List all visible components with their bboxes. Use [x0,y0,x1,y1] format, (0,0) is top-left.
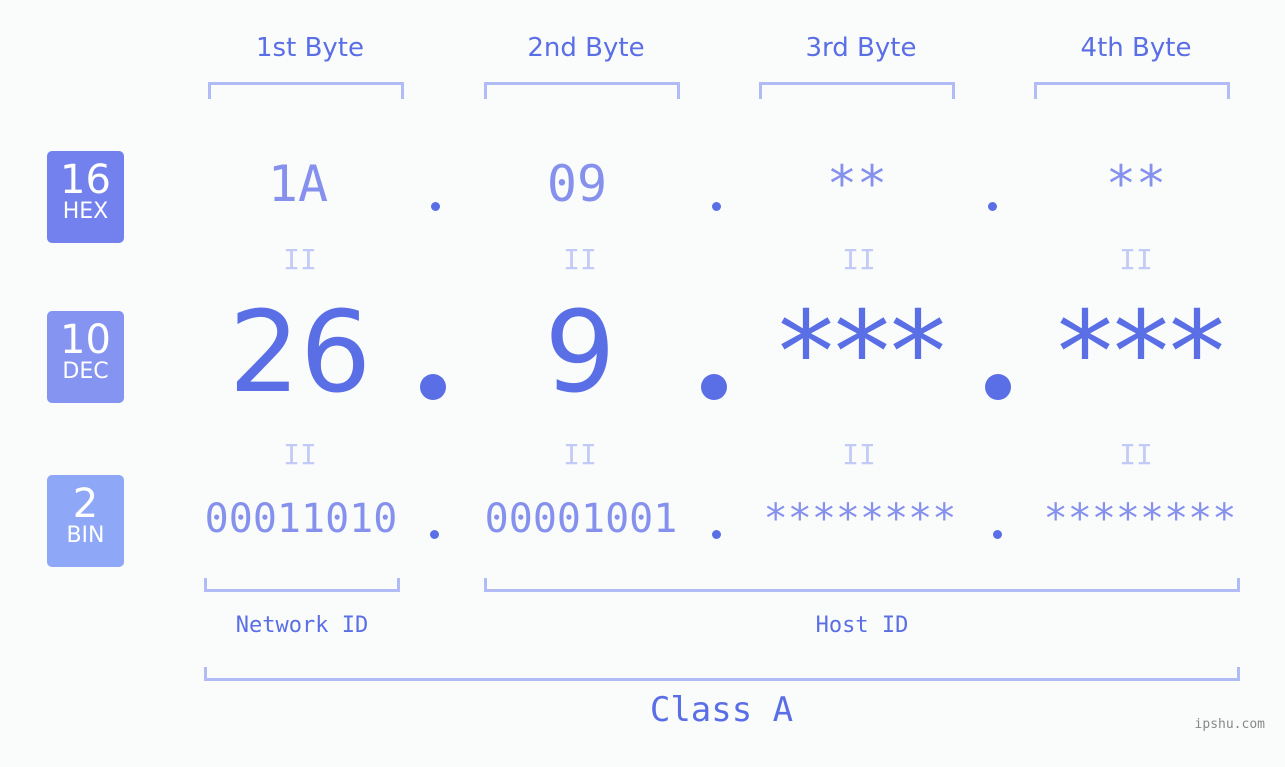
equals-icon: II [563,438,597,471]
bin-label: BIN [66,523,105,548]
hex-separator-dot [431,202,440,211]
byte-header-4: 4th Byte [1080,33,1192,63]
hex-value-4: ** [1105,155,1167,213]
hex-value-1: 1A [267,155,329,213]
dec-separator-dot [420,374,446,400]
bin-value-4: ******** [1043,496,1237,542]
dec-value-1: 26 [228,288,372,418]
bin-badge: 2 BIN [47,475,124,567]
dec-base: 10 [60,317,111,363]
hex-value-2: 09 [546,155,608,213]
hex-label: HEX [62,199,109,224]
equals-icon: II [283,438,317,471]
bin-value-1: 00011010 [204,496,398,542]
byte-bracket-2 [484,82,680,99]
hex-separator-dot [988,202,997,211]
byte-header-2: 2nd Byte [527,33,645,63]
hex-badge: 16 HEX [47,151,124,243]
byte-header-3: 3rd Byte [805,33,917,63]
hex-base: 16 [60,157,111,203]
bin-separator-dot [430,530,439,539]
equals-icon: II [1119,243,1153,276]
bin-value-2: 00001001 [484,496,678,542]
dec-label: DEC [62,359,109,384]
byte-bracket-4 [1034,82,1230,99]
bin-separator-dot [712,530,721,539]
class-label: Class A [649,690,794,730]
byte-bracket-1 [208,82,404,99]
equals-icon: II [283,243,317,276]
host-id-bracket [484,578,1240,592]
dec-separator-dot [701,374,727,400]
equals-icon: II [842,438,876,471]
class-bracket [204,667,1240,681]
hex-value-3: ** [826,155,888,213]
dec-value-3: *** [778,288,946,418]
host-id-label: Host ID [815,613,909,638]
bin-value-3: ******** [763,496,957,542]
equals-icon: II [563,243,597,276]
hex-separator-dot [712,202,721,211]
dec-value-4: *** [1057,288,1225,418]
byte-header-1: 1st Byte [256,33,364,63]
bin-separator-dot [993,530,1002,539]
dec-badge: 10 DEC [47,311,124,403]
dec-value-2: 9 [544,288,616,418]
dec-separator-dot [985,374,1011,400]
equals-icon: II [1119,438,1153,471]
bin-base: 2 [72,481,99,527]
network-id-label: Network ID [235,613,369,638]
watermark: ipshu.com [1194,717,1265,732]
byte-bracket-3 [759,82,955,99]
equals-icon: II [842,243,876,276]
network-id-bracket [204,578,400,592]
